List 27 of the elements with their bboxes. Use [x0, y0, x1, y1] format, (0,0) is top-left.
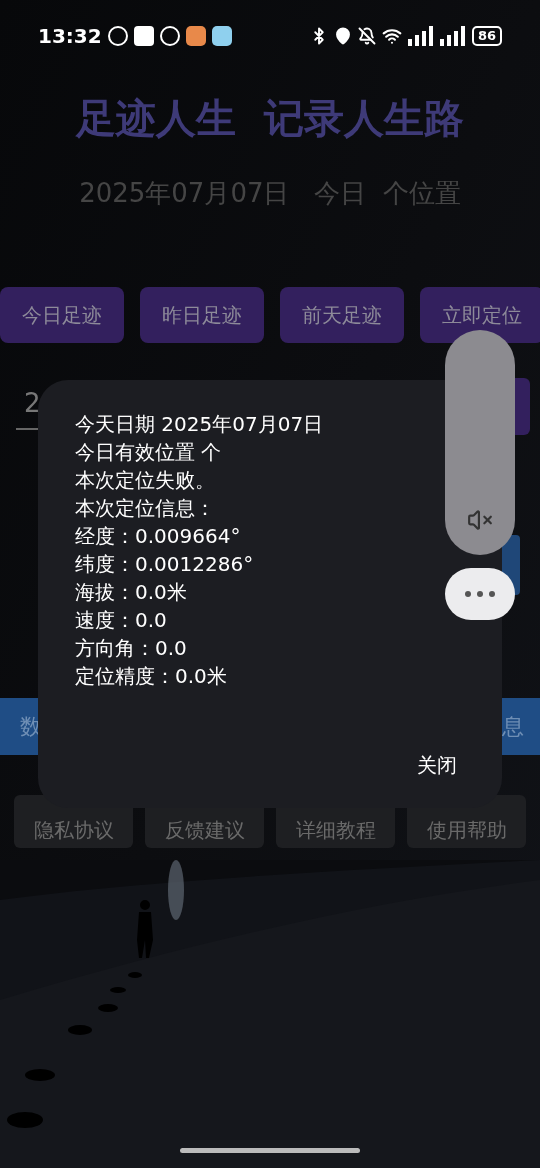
more-icon — [465, 591, 495, 597]
signal-icon — [439, 26, 466, 46]
clock: 13:32 — [38, 23, 102, 50]
signal-icon — [407, 26, 434, 46]
nav-button[interactable]: 立即定位 — [420, 287, 540, 343]
info-line: 本次定位失败。 — [75, 467, 216, 494]
info-line: 定位精度：0.0米 — [75, 663, 228, 690]
nav-button[interactable]: 前天足迹 — [280, 287, 404, 343]
info-line: 海拔：0.0米 — [75, 579, 188, 606]
close-button[interactable]: 关闭 — [417, 750, 462, 780]
mute-icon — [467, 507, 493, 533]
date-summary: 2025年07月07日 今日 个位置 — [78, 177, 462, 210]
info-line: 方向角：0.0 — [75, 635, 188, 662]
nav-button[interactable]: 今日足迹 — [0, 287, 124, 343]
app-title: 足迹人生 记录人生路 — [74, 94, 465, 143]
location-icon — [333, 27, 352, 45]
info-line: 今天日期 2025年07月07日 — [75, 411, 325, 438]
nav-button[interactable]: 昨日足迹 — [140, 287, 264, 343]
info-line: 速度：0.0 — [75, 607, 168, 634]
book-icon — [211, 26, 232, 46]
info-line: 纬度：0.0012286° — [75, 551, 255, 578]
bell-off-icon — [357, 27, 376, 45]
wifi-icon — [381, 26, 402, 46]
info-line: 今日有效位置 个 — [75, 439, 223, 466]
info-line: 经度：0.009664° — [75, 523, 242, 550]
battery-indicator: 86 — [471, 26, 502, 46]
info-line: 本次定位信息： — [75, 495, 216, 522]
